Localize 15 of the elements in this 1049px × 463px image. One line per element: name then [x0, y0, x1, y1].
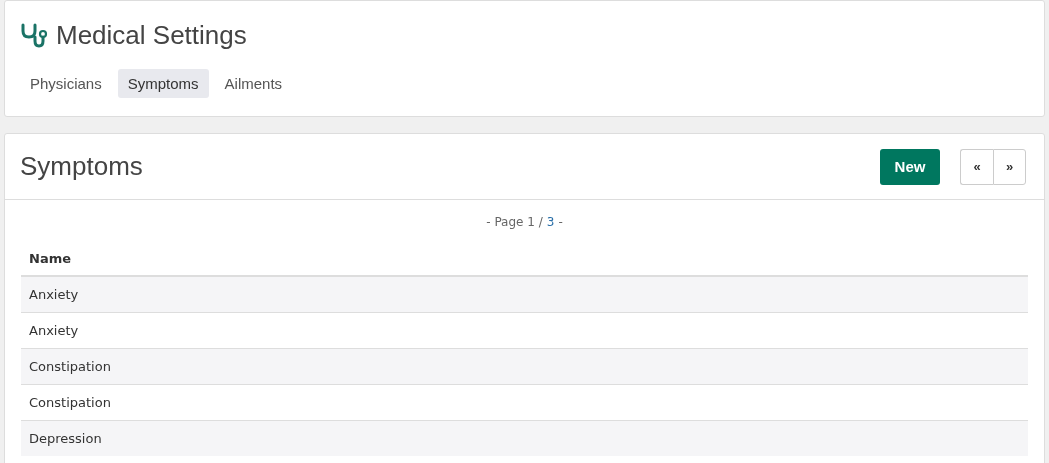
stethoscope-icon	[20, 22, 48, 48]
page-title: Medical Settings	[56, 19, 247, 51]
table-cell: Anxiety	[21, 276, 1028, 313]
table-cell: Constipation	[21, 348, 1028, 385]
next-button[interactable]: »	[993, 148, 1026, 185]
page-indicator-end: -	[558, 215, 563, 229]
nav-tab[interactable]: Ailments	[214, 69, 293, 98]
page-indicator: - Page 1 /	[486, 215, 543, 229]
panel-title: Symptoms	[20, 151, 144, 182]
table-cell: Depression	[21, 420, 1028, 456]
nav-tab[interactable]: Physicians	[20, 69, 112, 98]
previous-button[interactable]: «	[960, 148, 993, 185]
nav-tab[interactable]: Symptoms	[117, 69, 209, 98]
new-button[interactable]: New	[880, 148, 940, 185]
page-link[interactable]: 3	[546, 215, 555, 229]
